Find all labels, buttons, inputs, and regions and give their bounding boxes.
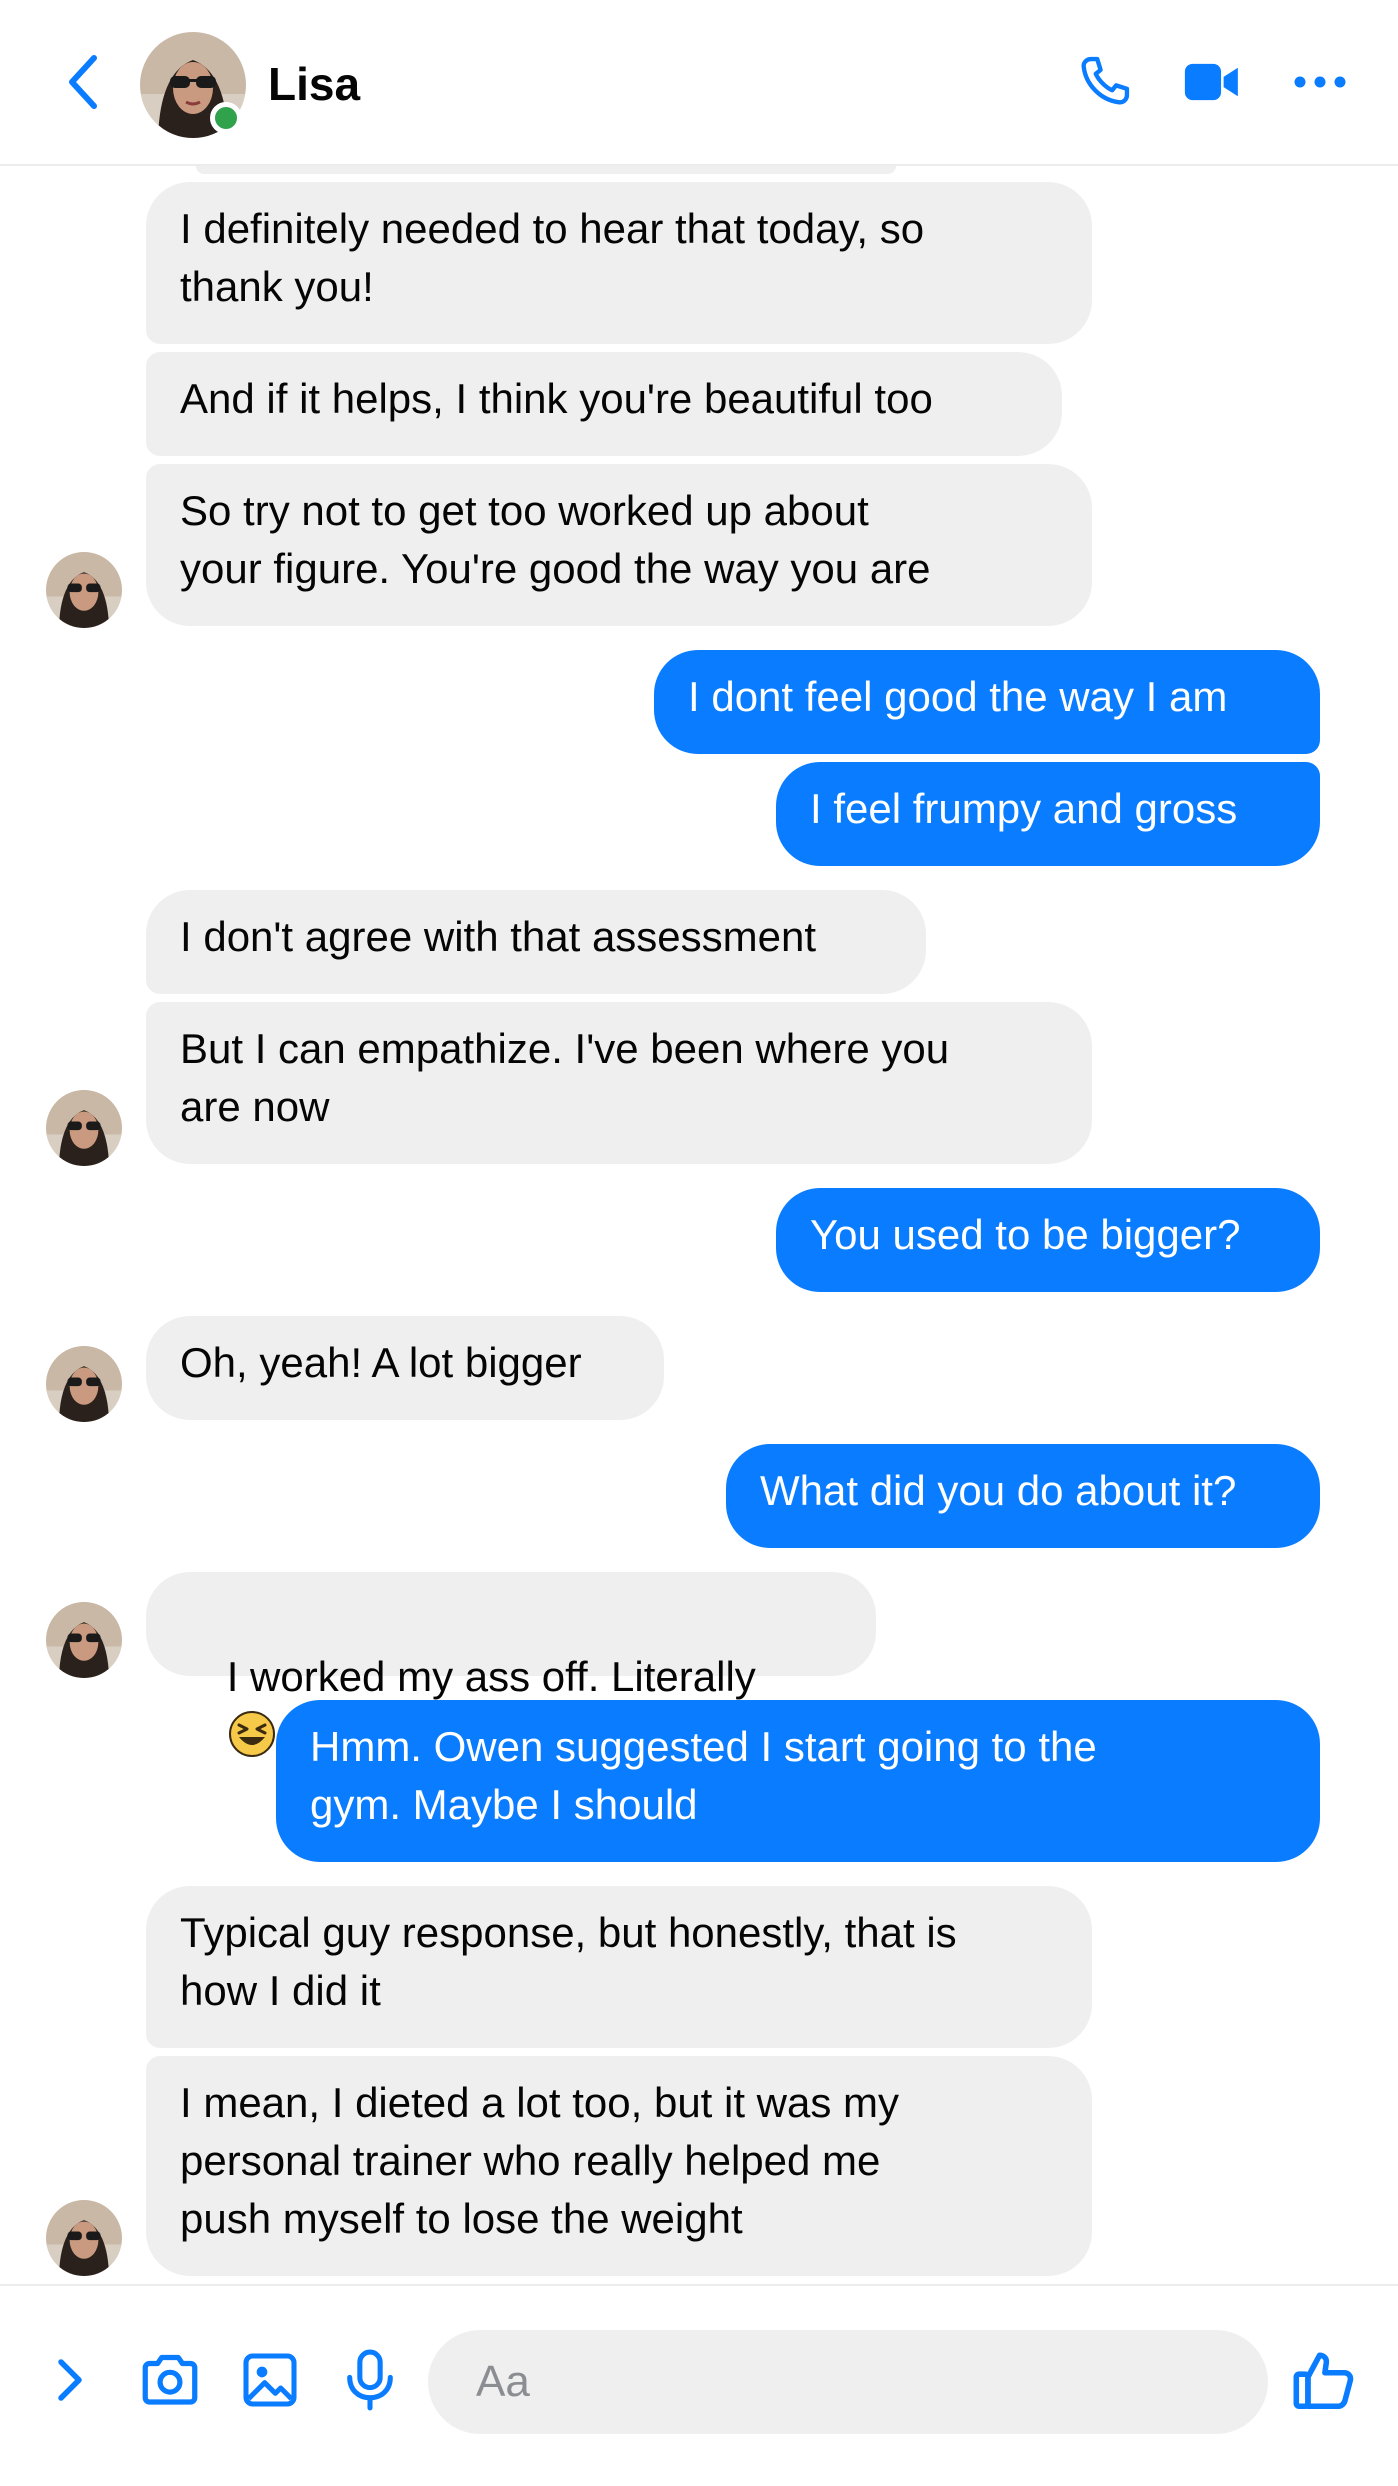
contact-avatar-small[interactable] [46, 552, 122, 628]
message-input[interactable] [428, 2330, 1268, 2434]
contact-avatar-small[interactable] [46, 1602, 122, 1678]
message-composer [0, 2284, 1398, 2486]
contact-avatar-small[interactable] [46, 2200, 122, 2276]
gallery-button[interactable] [234, 2344, 306, 2416]
contact-name[interactable]: Lisa [268, 58, 360, 110]
chevron-right-icon [58, 2359, 82, 2401]
audio-call-button[interactable] [1072, 50, 1136, 114]
chevron-left-icon [69, 55, 97, 109]
thumbs-up-icon [1293, 2352, 1354, 2410]
message-outgoing[interactable]: Hmm. Owen suggested I start going to the… [276, 1700, 1320, 1862]
microphone-icon [347, 2349, 393, 2411]
grinning-squinting-face-emoji [228, 1711, 275, 1757]
message-incoming[interactable]: I don't agree with that assessment [146, 890, 926, 994]
image-icon [243, 2353, 297, 2407]
message-incoming[interactable]: But I can empathize. I've been where you… [146, 1002, 1092, 1164]
message-incoming[interactable]: So try not to get too worked up about yo… [146, 464, 1092, 626]
message-incoming[interactable]: Typical guy response, but honestly, that… [146, 1886, 1092, 2048]
message-outgoing[interactable]: I dont feel good the way I am [654, 650, 1320, 754]
previous-message-edge [196, 166, 896, 174]
chat-header: Lisa [0, 0, 1398, 166]
message-incoming[interactable]: I definitely needed to hear that today, … [146, 182, 1092, 344]
video-camera-icon [1184, 63, 1238, 101]
back-button[interactable] [60, 52, 104, 112]
online-status-indicator [210, 102, 242, 134]
contact-avatar-small[interactable] [46, 1346, 122, 1422]
more-options-button[interactable] [1288, 50, 1352, 114]
more-dots-icon [1294, 76, 1346, 88]
message-incoming[interactable]: I mean, I dieted a lot too, but it was m… [146, 2056, 1092, 2276]
message-outgoing[interactable]: I feel frumpy and gross [776, 762, 1320, 866]
messenger-chat-screen: Lisa I definitely needed to hear that to… [0, 0, 1398, 2486]
message-outgoing[interactable]: You used to be bigger? [776, 1188, 1320, 1292]
message-text: I worked my ass off. Literally [226, 1653, 756, 1700]
video-call-button[interactable] [1180, 50, 1244, 114]
expand-actions-button[interactable] [34, 2344, 106, 2416]
camera-button[interactable] [134, 2344, 206, 2416]
message-incoming[interactable]: Oh, yeah! A lot bigger [146, 1316, 664, 1420]
message-incoming[interactable]: I worked my ass off. Literally [146, 1572, 876, 1757]
message-outgoing[interactable]: What did you do about it? [726, 1444, 1320, 1548]
camera-icon [142, 2354, 198, 2405]
voice-message-button[interactable] [334, 2344, 406, 2416]
message-incoming[interactable]: And if it helps, I think you're beautifu… [146, 352, 1062, 456]
send-like-button[interactable] [1288, 2344, 1360, 2416]
phone-icon [1081, 56, 1130, 105]
contact-avatar-small[interactable] [46, 1090, 122, 1166]
